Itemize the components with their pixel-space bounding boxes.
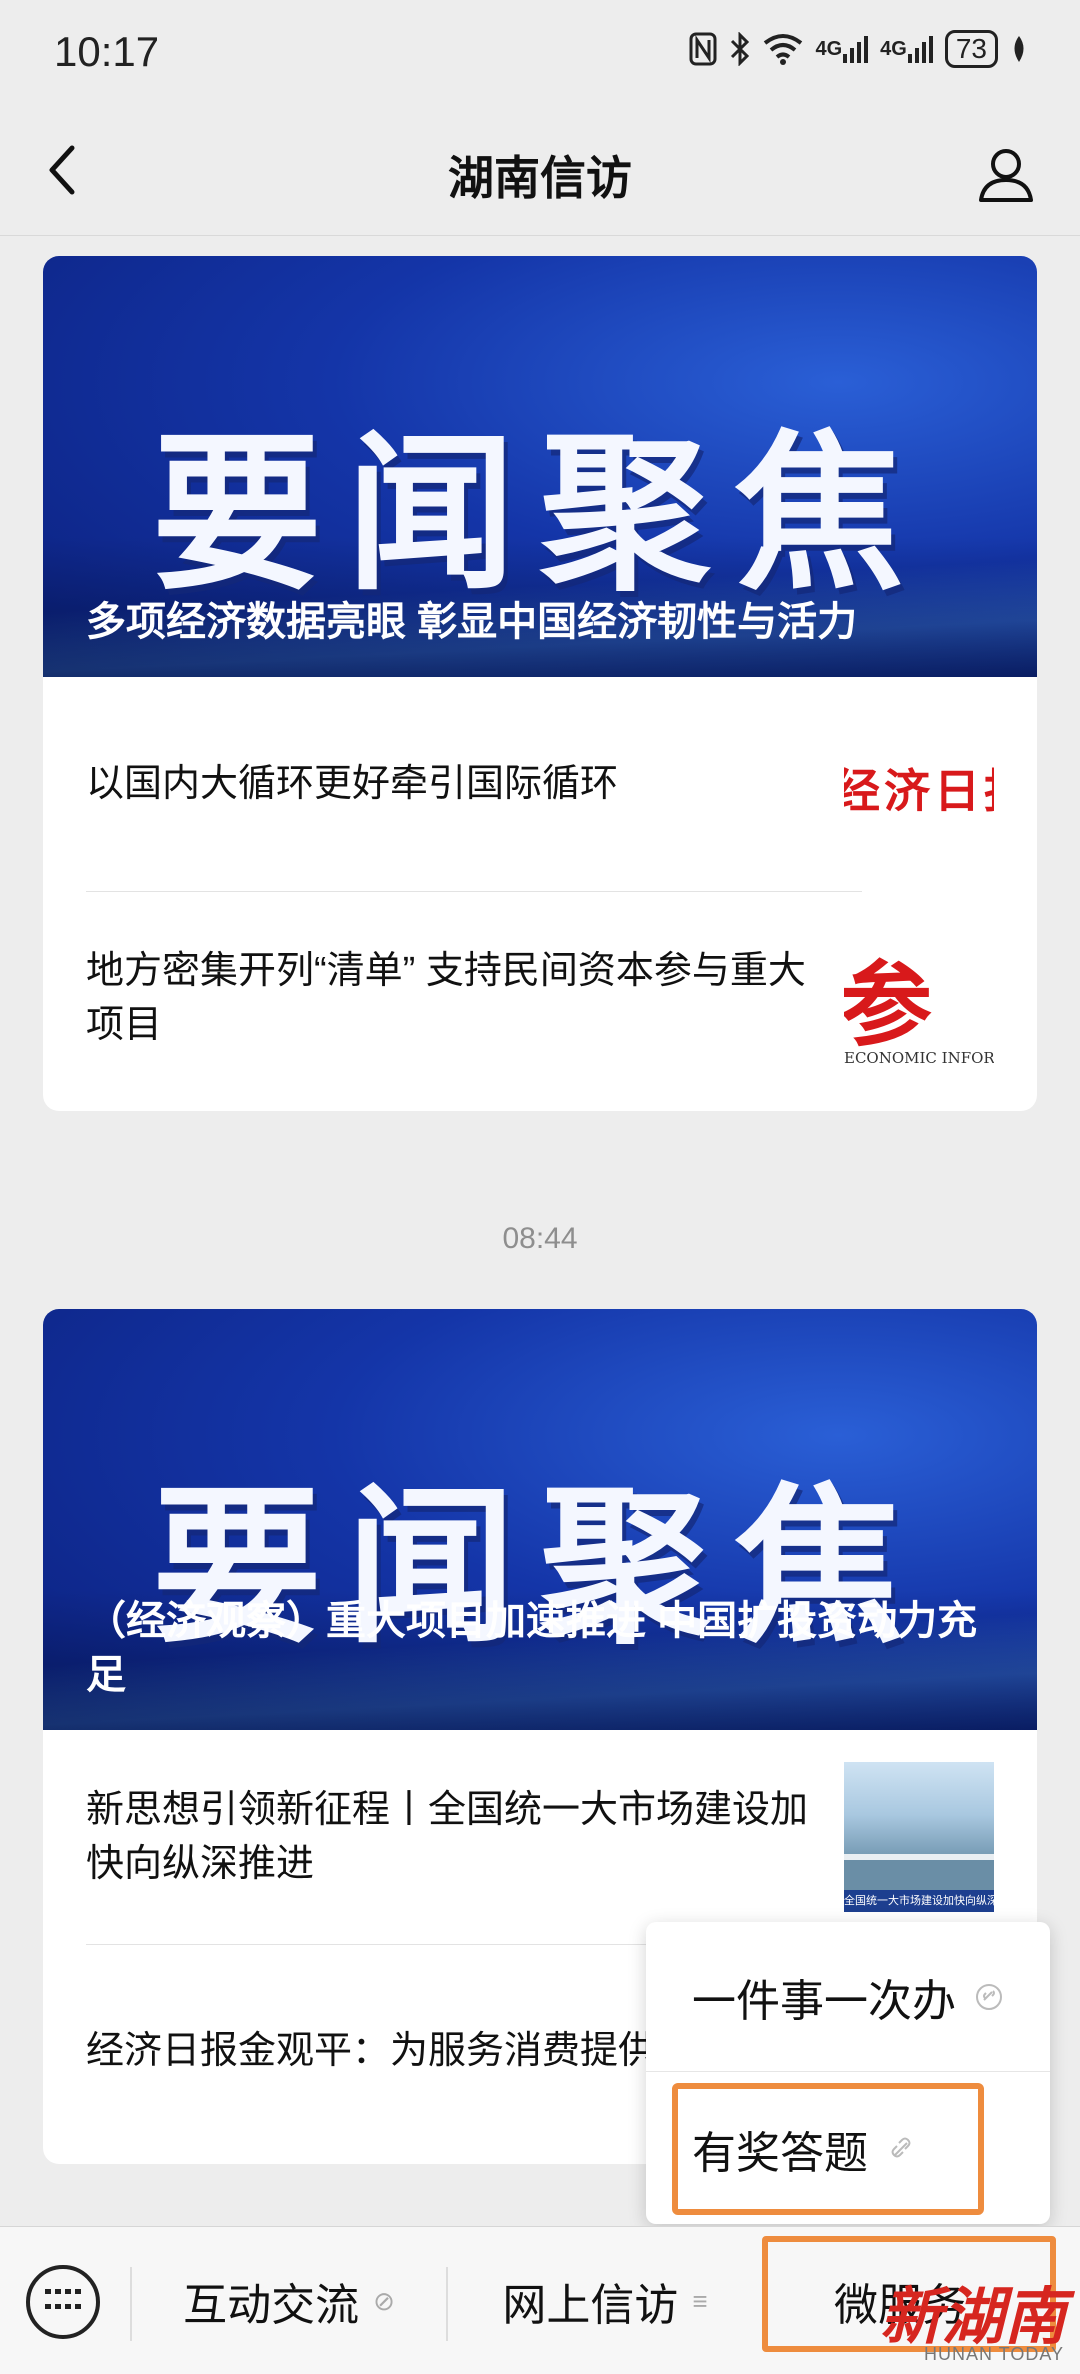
article-title: 新思想引领新征程丨全国统一大市场建设加快向纵深推进 — [86, 1789, 809, 1885]
status-icons: 4G 4G 73 — [689, 30, 1028, 68]
watermark-logo: 新湖南 — [879, 2280, 1066, 2353]
article-title: 以国内大循环更好牵引国际循环 — [86, 763, 619, 805]
thumbnail-caption: 全国统一大市场建设加快向纵深推进 — [844, 1890, 994, 1912]
keyboard-icon — [45, 2289, 81, 2315]
menu-tab-interaction[interactable]: 互动交流 ⊘ — [132, 2227, 446, 2374]
user-icon — [979, 149, 1033, 202]
thumbnail-masthead: 经济日报 — [844, 764, 994, 818]
highlight-box-quiz — [672, 2083, 984, 2215]
status-bar: 10:17 4G 4G 73 — [0, 0, 1080, 110]
signal-icon-1: 4G — [815, 34, 869, 64]
submenu-item-label: 一件事一次办 — [692, 1976, 956, 2026]
bluetooth-icon — [729, 32, 751, 66]
signal-2-label: 4G — [880, 37, 907, 60]
article-banner[interactable]: 要闻聚焦 多项经济数据亮眼 彰显中国经济韧性与活力 — [43, 256, 1037, 677]
thumbnail-bridge — [844, 1854, 994, 1860]
signal-1-label: 4G — [815, 37, 843, 60]
article-thumbnail: 经济日报 — [844, 709, 994, 859]
list-item[interactable]: 地方密集开列“清单” 支持民间资本参与重大项目 参 ECONOMIC INFOR… — [43, 891, 1037, 1105]
menu-tab-label: 网上信访 — [502, 2281, 679, 2330]
list-item[interactable]: 新思想引领新征程丨全国统一大市场建设加快向纵深推进 全国统一大市场建设加快向纵深… — [43, 1730, 1037, 1944]
profile-button[interactable] — [976, 144, 1036, 204]
leaf-icon — [1010, 34, 1028, 64]
article-banner[interactable]: 要闻聚焦 （经济观察）重大项目加速推进 中国扩投资动力充足 — [43, 1309, 1037, 1730]
banner-heading: 要闻聚焦 — [151, 416, 928, 614]
list-item[interactable]: 以国内大循环更好牵引国际循环 经济日报 — [43, 677, 1037, 891]
article-thumbnail: 全国统一大市场建设加快向纵深推进 — [844, 1762, 994, 1912]
list-icon: ≡ — [692, 2285, 708, 2316]
keyboard-toggle-button[interactable] — [26, 2265, 100, 2339]
watermark-subtitle: HUNAN TODAY — [923, 2344, 1064, 2364]
battery-icon: 73 — [944, 30, 998, 68]
nfc-icon — [689, 32, 717, 66]
banner-caption: （经济观察）重大项目加速推进 中国扩投资动力充足 — [86, 1599, 978, 1697]
banner-caption: 多项经济数据亮眼 彰显中国经济韧性与活力 — [86, 600, 858, 644]
link-icon — [974, 1982, 1004, 2012]
article-title: 地方密集开列“清单” 支持民间资本参与重大项目 — [86, 950, 806, 1046]
menu-tab-online-petition[interactable]: 网上信访 ≡ — [448, 2227, 762, 2374]
link-icon: ⊘ — [373, 2285, 395, 2316]
article-thumbnail: 参 ECONOMIC INFORMATION — [844, 923, 994, 1073]
thumbnail-water — [844, 1860, 994, 1890]
article-card-1[interactable]: 要闻聚焦 多项经济数据亮眼 彰显中国经济韧性与活力 以国内大循环更好牵引国际循环… — [43, 256, 1037, 1111]
message-timestamp: 08:44 — [502, 1222, 578, 1255]
submenu-item-one-thing[interactable]: 一件事一次办 — [646, 1922, 1050, 2072]
page-title: 湖南信访 — [448, 152, 632, 204]
status-time: 10:17 — [54, 28, 160, 75]
thumbnail-masthead: 参 — [844, 951, 933, 1059]
menu-tab-label: 互动交流 — [183, 2281, 360, 2330]
signal-icon-2: 4G — [880, 34, 933, 64]
wifi-icon — [763, 33, 803, 65]
thumbnail-subtitle: ECONOMIC INFORMATION — [844, 1049, 994, 1067]
nav-bar: 湖南信访 — [0, 110, 1080, 236]
